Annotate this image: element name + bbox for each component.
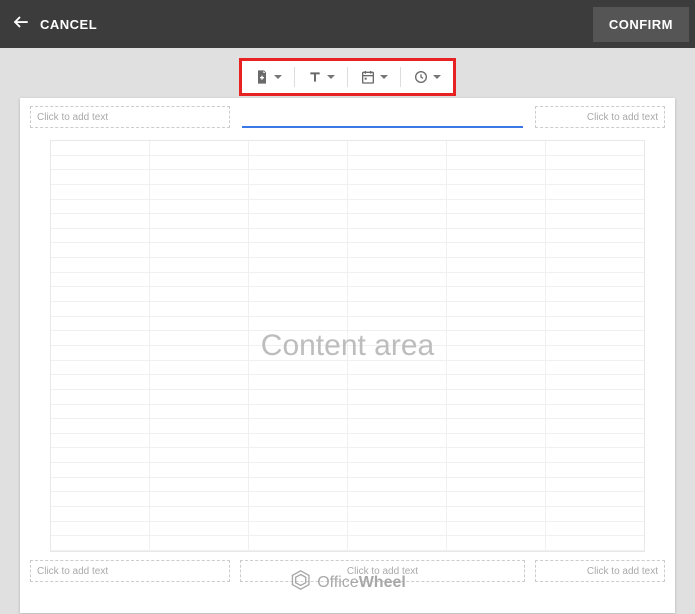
toolbar-clock-dropdown[interactable] (401, 61, 453, 93)
toolbar-text-dropdown[interactable] (295, 61, 347, 93)
chevron-down-icon (327, 75, 335, 79)
confirm-button[interactable]: CONFIRM (593, 7, 689, 42)
footer-center-placeholder[interactable]: Click to add text (240, 560, 525, 582)
toolbar-container (0, 48, 695, 96)
text-icon (307, 69, 323, 85)
footer-row: Click to add text Click to add text Clic… (30, 560, 665, 582)
cancel-button[interactable]: CANCEL (12, 13, 97, 36)
toolbar-calendar-dropdown[interactable] (348, 61, 400, 93)
toolbar-add-field-dropdown[interactable] (242, 61, 294, 93)
header-bar: CANCEL CONFIRM (0, 0, 695, 48)
content-grid[interactable]: Content area (50, 140, 645, 552)
clock-icon (413, 69, 429, 85)
header-row: Click to add text Click to add text (30, 106, 665, 128)
cancel-label: CANCEL (40, 17, 97, 32)
footer-right-placeholder[interactable]: Click to add text (535, 560, 665, 582)
file-plus-icon (254, 69, 270, 85)
chevron-down-icon (380, 75, 388, 79)
toolbar (239, 58, 456, 96)
chevron-down-icon (274, 75, 282, 79)
arrow-left-icon (12, 13, 30, 36)
page-canvas: Click to add text Click to add text Cont… (20, 98, 675, 613)
footer-left-placeholder[interactable]: Click to add text (30, 560, 230, 582)
calendar-icon (360, 69, 376, 85)
header-center-placeholder[interactable] (242, 106, 523, 128)
header-right-placeholder[interactable]: Click to add text (535, 106, 665, 128)
header-left-placeholder[interactable]: Click to add text (30, 106, 230, 128)
chevron-down-icon (433, 75, 441, 79)
